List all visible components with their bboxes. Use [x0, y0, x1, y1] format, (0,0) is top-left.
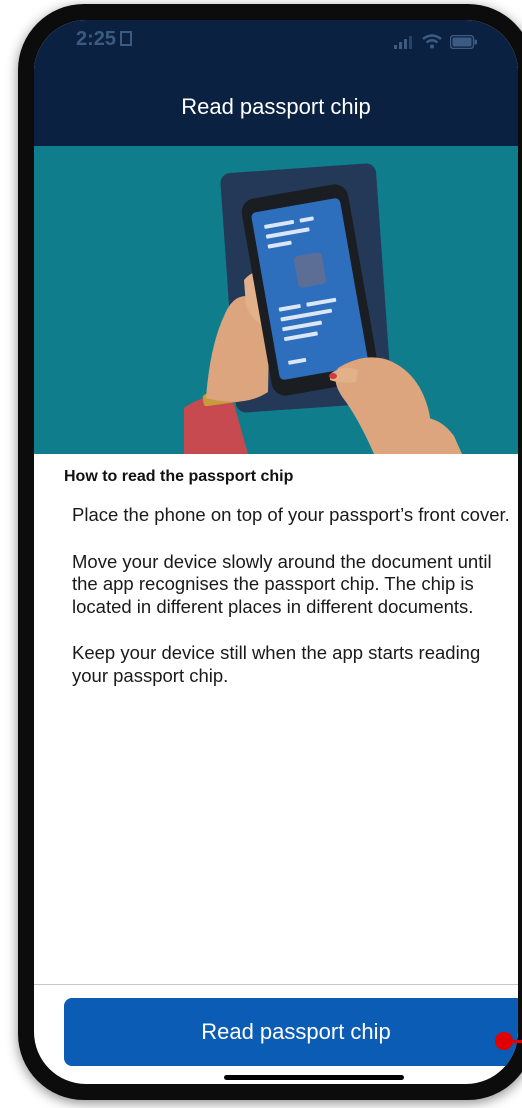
footer-divider	[34, 984, 518, 985]
instruction-paragraph: Keep your device still when the app star…	[72, 642, 481, 686]
phone-on-passport-illustration	[184, 163, 462, 454]
hero-illustration	[34, 146, 518, 454]
section-heading: How to read the passport chip	[64, 468, 294, 485]
annotation-marker-dot	[495, 1032, 513, 1050]
phone-screen: 2:25 Read passport chip How to read the …	[34, 20, 518, 1084]
status-icons	[394, 34, 478, 49]
instructions: How to read the passport chip Place the …	[64, 468, 514, 687]
photo-blur	[294, 252, 326, 288]
phone-frame: 2:25 Read passport chip How to read the …	[18, 4, 522, 1100]
instruction-paragraph: Place the phone on top of your passport’…	[72, 504, 510, 525]
fingernail	[329, 373, 337, 379]
home-indicator[interactable]	[224, 1075, 404, 1080]
page-title: Read passport chip	[181, 94, 371, 119]
nav-header: Read passport chip	[34, 68, 518, 146]
status-time-text: 2:25	[76, 28, 117, 50]
instruction-paragraph: Move your device slowly around the docum…	[72, 550, 492, 617]
status-time: 2:25	[76, 28, 133, 51]
screenshot-stage: 2:25 Read passport chip How to read the …	[0, 0, 522, 1108]
read-passport-chip-button[interactable]: Read passport chip	[64, 998, 518, 1066]
screen-record-icon	[120, 31, 133, 46]
cellular-signal-icon	[394, 35, 412, 49]
wifi-icon	[422, 34, 442, 49]
battery-icon	[450, 34, 477, 49]
